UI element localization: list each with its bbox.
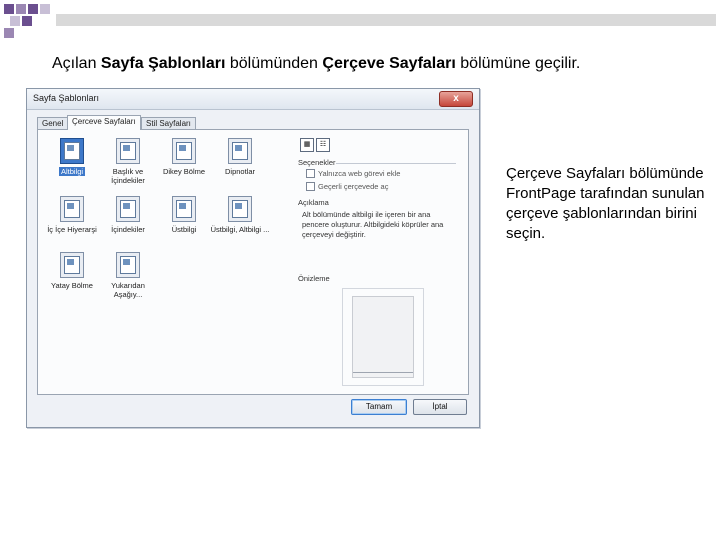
title-bar-decoration: [56, 14, 716, 26]
frame-template-icon: [228, 138, 252, 164]
frame-template-icon: [60, 196, 84, 222]
template-item[interactable]: Üstbilgi: [154, 196, 214, 234]
slide-heading: Açılan Sayfa Şablonları bölümünden Çerçe…: [52, 55, 580, 73]
description-text: Alt bölümünde altbilgi ile içeren bir an…: [302, 210, 444, 239]
template-label: Üstbilgi: [171, 225, 197, 234]
heading-bold: Sayfa Şablonları: [100, 55, 226, 72]
deco-square: [10, 16, 20, 26]
slide-caption: Çerçeve Sayfaları bölümünde FrontPage ta…: [506, 165, 705, 242]
deco-square: [22, 16, 32, 26]
template-label: Üstbilgi, Altbilgi ...: [210, 225, 270, 234]
template-item[interactable]: İçindekiler: [98, 196, 158, 234]
web-task-label: Yalnızca web görevi ekle: [318, 169, 401, 178]
options-group-label: Seçenekler: [298, 158, 336, 167]
dialog-titlebar[interactable]: Sayfa Şablonları x: [27, 89, 479, 110]
deco-square: [16, 4, 26, 14]
heading-text: bölümüne geçilir.: [455, 55, 581, 72]
deco-square: [4, 4, 14, 14]
frame-template-icon: [172, 138, 196, 164]
frame-template-icon: [116, 252, 140, 278]
deco-square: [40, 4, 50, 14]
template-item[interactable]: Üstbilgi, Altbilgi ...: [210, 196, 270, 234]
frame-template-icon: [60, 138, 84, 164]
heading-bold: Çerçeve Sayfaları: [322, 55, 456, 72]
deco-square: [4, 28, 14, 38]
ok-button[interactable]: Tamam: [351, 399, 407, 415]
template-label: Başlık ve İçindekiler: [111, 167, 145, 185]
open-in-frame-label: Geçerli çerçevede aç: [318, 182, 389, 191]
template-label: İç İçe Hiyerarşi: [47, 225, 97, 234]
preview-group-label: Önizleme: [298, 274, 330, 283]
template-label: Altbilgi: [58, 167, 86, 176]
description-group-label: Açıklama: [298, 198, 329, 207]
template-label: Yatay Bölme: [51, 281, 93, 290]
frame-template-icon: [172, 196, 196, 222]
template-label: Yukarıdan Aşağıy...: [111, 281, 145, 299]
tab-panel: Altbilgi Başlık ve İçindekiler Dikey Böl…: [37, 129, 469, 395]
template-list: Altbilgi Başlık ve İçindekiler Dikey Böl…: [38, 130, 288, 394]
template-item[interactable]: Dipnotlar: [210, 138, 270, 176]
frame-template-icon: [228, 196, 252, 222]
open-in-frame-checkbox[interactable]: [306, 182, 315, 191]
close-button[interactable]: x: [439, 91, 473, 107]
options-sidebar: ▦ ☷ Seçenekler Yalnızca web görevi ekle …: [296, 130, 464, 394]
deco-square: [28, 4, 38, 14]
template-item[interactable]: Altbilgi: [42, 138, 102, 176]
decorative-squares: [0, 0, 60, 40]
frame-template-icon: [116, 196, 140, 222]
divider: [336, 163, 456, 164]
template-label: İçindekiler: [111, 225, 145, 234]
template-item[interactable]: Yatay Bölme: [42, 252, 102, 290]
template-item[interactable]: Yukarıdan Aşağıy...: [98, 252, 158, 299]
frame-template-icon: [116, 138, 140, 164]
template-label: Dipnotlar: [224, 167, 255, 176]
web-task-checkbox[interactable]: [306, 169, 315, 178]
details-view-icon[interactable]: ☷: [316, 138, 330, 152]
page-templates-dialog: Sayfa Şablonları x Genel Çerceve Sayfala…: [26, 88, 480, 428]
template-label: Dikey Bölme: [162, 167, 206, 176]
dialog-title: Sayfa Şablonları: [33, 93, 100, 103]
template-item[interactable]: Başlık ve İçindekiler: [98, 138, 158, 185]
cancel-button[interactable]: İptal: [413, 399, 467, 415]
template-item[interactable]: Dikey Bölme: [154, 138, 214, 176]
template-item[interactable]: İç İçe Hiyerarşi: [42, 196, 102, 234]
tab-frame-pages[interactable]: Çerceve Sayfaları: [67, 115, 141, 130]
heading-text: Açılan: [52, 55, 101, 72]
frame-template-icon: [60, 252, 84, 278]
heading-text: bölümünden: [225, 55, 323, 72]
large-icons-view-icon[interactable]: ▦: [300, 138, 314, 152]
preview-image: [352, 296, 414, 378]
